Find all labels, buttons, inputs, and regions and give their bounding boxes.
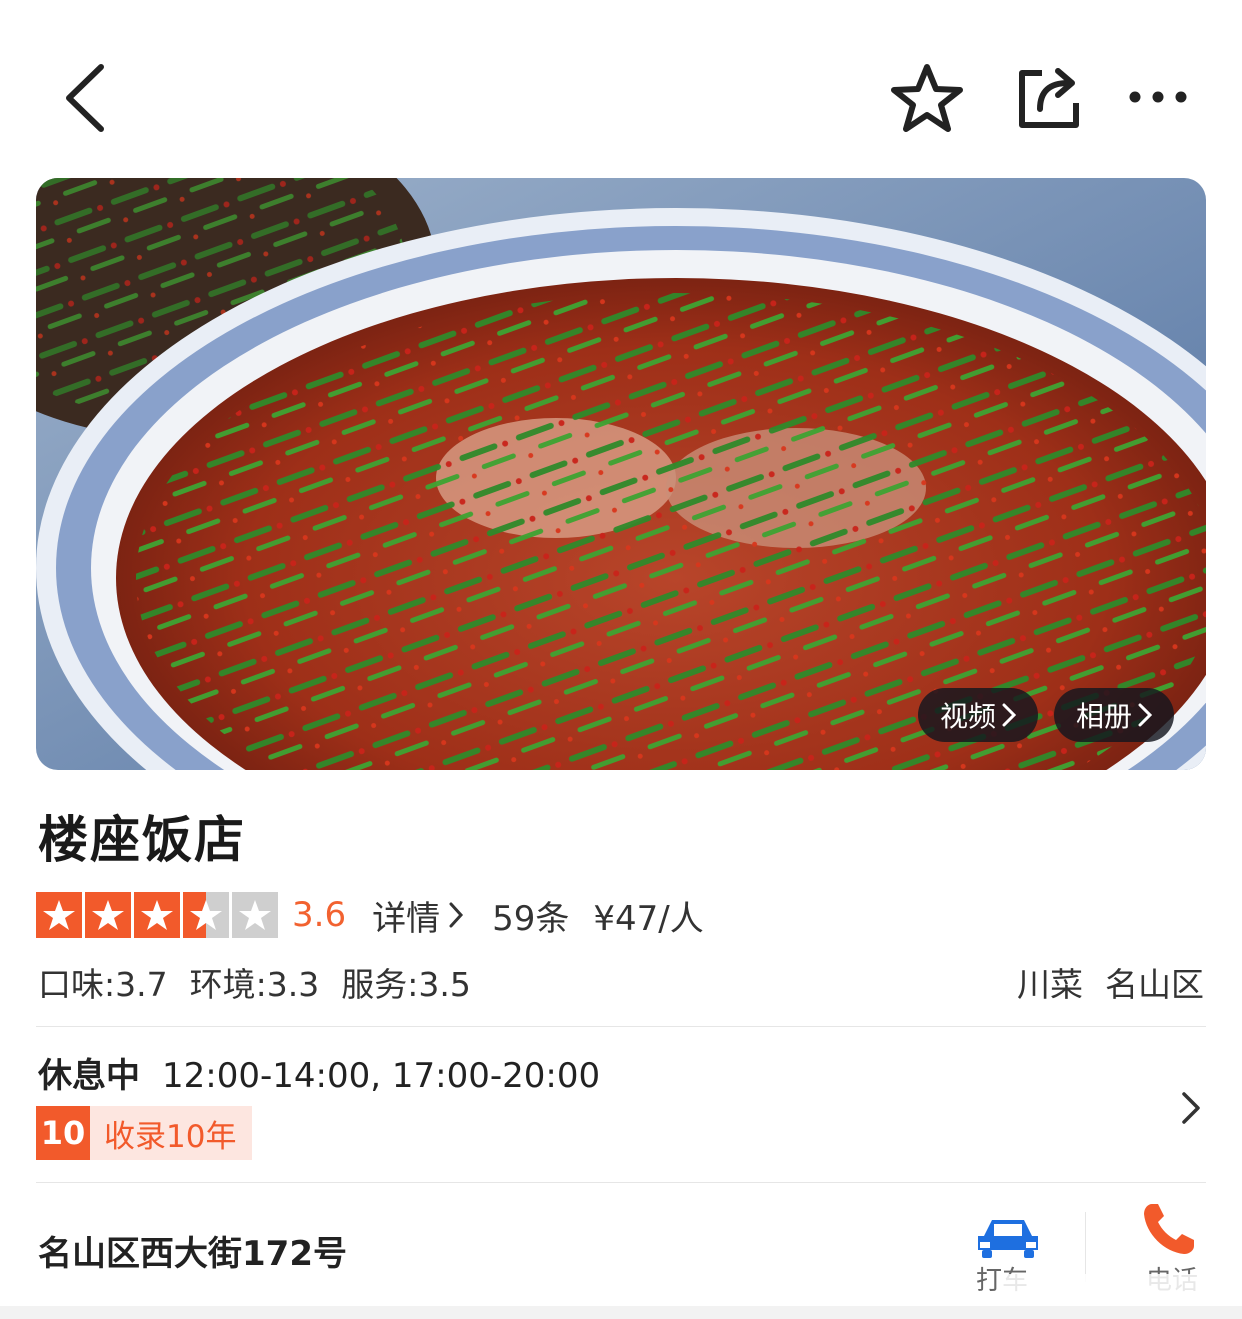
sub-scores: 口味:3.7 环境:3.3 服务:3.5 xyxy=(38,958,471,1006)
address[interactable]: 名山区西大街172号 xyxy=(38,1226,347,1275)
empty-star-icon xyxy=(232,892,278,938)
top-bar xyxy=(0,0,1242,180)
more-button[interactable] xyxy=(1120,70,1196,124)
back-button[interactable] xyxy=(50,58,120,138)
service-score: 服务:3.5 xyxy=(341,965,471,1004)
video-label: 视频 xyxy=(939,700,996,733)
restaurant-name: 楼座饭店 xyxy=(38,811,246,869)
divider xyxy=(36,1026,1206,1027)
rating-score: 3.6 xyxy=(292,895,347,935)
badge-text: 收录10年 xyxy=(104,1118,237,1155)
star-icon xyxy=(36,892,82,938)
taste-score: 口味:3.7 xyxy=(38,965,168,1004)
cuisine-tag[interactable]: 川菜 xyxy=(1017,958,1083,1006)
divider xyxy=(36,1182,1206,1183)
chevron-right-icon xyxy=(1002,703,1016,727)
detail-label: 详情 xyxy=(372,898,441,939)
chevron-right-icon xyxy=(1138,703,1152,727)
rating-row: 3.6 详情 59条 ¥47/人 xyxy=(36,890,704,940)
environment-score: 环境:3.3 xyxy=(189,965,320,1004)
badge-number: 10 xyxy=(36,1106,90,1160)
album-button[interactable]: 相册 xyxy=(1054,688,1174,742)
listed-years-badge: 10 收录10年 xyxy=(36,1106,253,1160)
category-tags: 川菜 名山区 xyxy=(1017,958,1204,1006)
open-status: 休息中 xyxy=(38,1056,140,1096)
business-hours[interactable]: 休息中 12:00-14:00, 17:00-20:00 xyxy=(38,1048,600,1097)
star-rating xyxy=(36,892,278,938)
watermark-overlay xyxy=(1000,1274,1232,1304)
district-tag[interactable]: 名山区 xyxy=(1105,958,1204,1006)
star-outline-icon xyxy=(891,64,963,132)
phone-icon[interactable] xyxy=(1138,1200,1198,1260)
dish-photo xyxy=(36,178,1206,770)
favorite-button[interactable] xyxy=(886,58,968,138)
hero-photo[interactable] xyxy=(36,178,1206,770)
bottom-strip xyxy=(0,1306,1242,1319)
half-star-icon xyxy=(183,892,229,938)
album-label: 相册 xyxy=(1075,700,1132,733)
more-dots-icon xyxy=(1129,91,1187,103)
chevron-right-icon xyxy=(449,902,464,928)
star-icon xyxy=(134,892,180,938)
share-icon xyxy=(1019,68,1079,128)
review-count[interactable]: 59条 xyxy=(492,891,569,940)
share-button[interactable] xyxy=(1008,58,1090,138)
action-separator xyxy=(1085,1212,1086,1282)
hours-times: 12:00-14:00, 17:00-20:00 xyxy=(162,1056,601,1096)
chevron-right-icon[interactable] xyxy=(1176,1088,1206,1128)
rating-detail-link[interactable]: 详情 xyxy=(372,891,464,940)
video-button[interactable]: 视频 xyxy=(918,688,1038,742)
star-icon xyxy=(85,892,131,938)
price-per-person: ¥47/人 xyxy=(593,898,704,939)
chevron-left-icon xyxy=(66,64,104,132)
